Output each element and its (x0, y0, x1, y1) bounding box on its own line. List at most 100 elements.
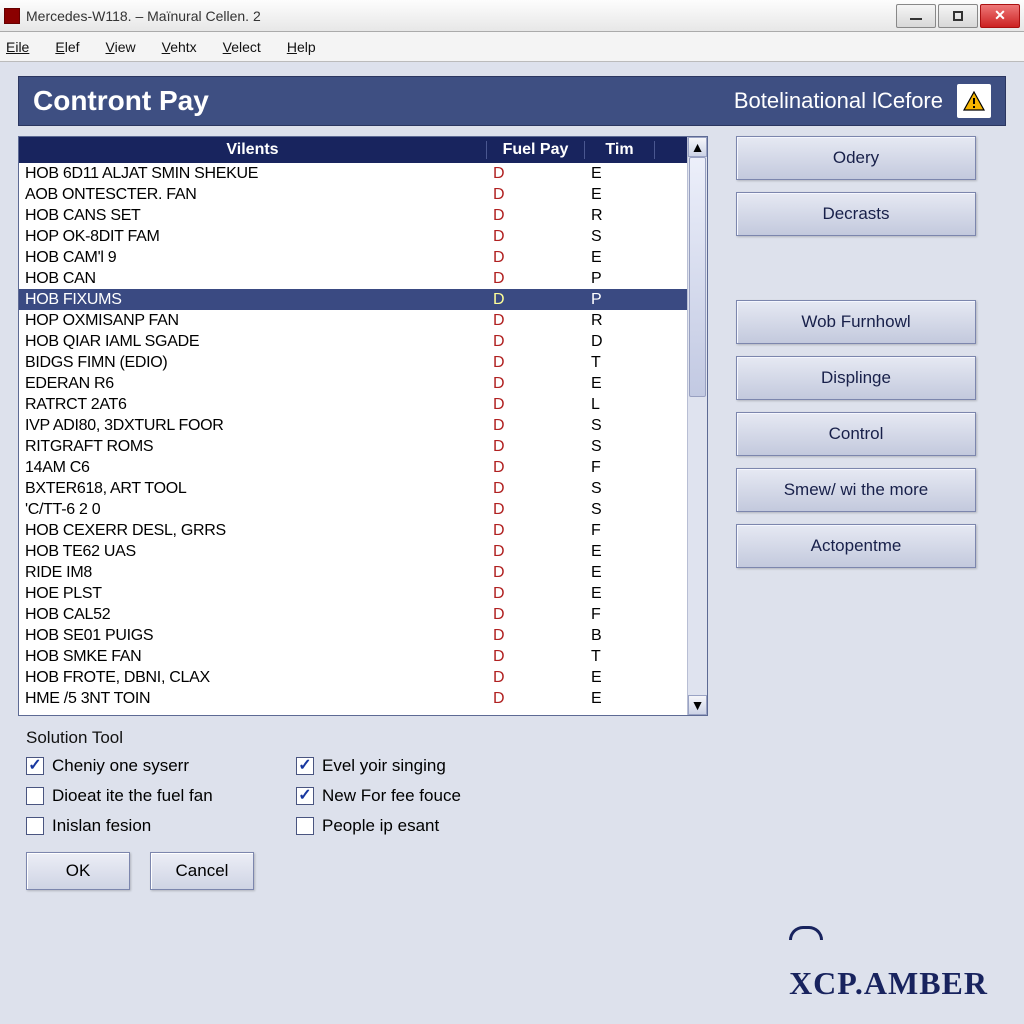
brand-logo: XCP.AMBER (789, 928, 988, 1002)
minimize-button[interactable] (896, 4, 936, 28)
menu-item-help[interactable]: Help (287, 39, 316, 55)
checkbox-icon[interactable] (296, 757, 314, 775)
cell-fuelpay: D (487, 564, 585, 582)
menu-item-elef[interactable]: Elef (55, 39, 79, 55)
table-row[interactable]: HOE PLSTDE (19, 583, 687, 604)
window-titlebar: Mercedes-W118. – Maïnural Cellen. 2 ✕ (0, 0, 1024, 32)
scroll-down-button[interactable]: ▼ (688, 695, 707, 715)
cell-vilents: BXTER618, ART TOOL (19, 480, 487, 498)
page-title: Contront Pay (33, 85, 209, 117)
cell-tim: E (585, 165, 655, 183)
cell-vilents: 'C/TT-6 2 0 (19, 501, 487, 519)
decrasts-button[interactable]: Decrasts (736, 192, 976, 236)
cell-vilents: HME /5 3NT TOIN (19, 690, 487, 708)
cell-fuelpay: D (487, 354, 585, 372)
table-row[interactable]: EDERAN R6DE (19, 373, 687, 394)
cell-vilents: HOB SE01 PUIGS (19, 627, 487, 645)
cell-fuelpay: D (487, 207, 585, 225)
checkbox-icon[interactable] (26, 787, 44, 805)
checkbox-evel[interactable]: Evel yoir singing (296, 756, 556, 776)
table-row[interactable]: BIDGS FIMN (EDIO)DT (19, 352, 687, 373)
menu-item-vehtx[interactable]: Vehtx (162, 39, 197, 55)
footer-title: Solution Tool (26, 728, 1006, 748)
column-header-fuelpay[interactable]: Fuel Pay (487, 141, 585, 159)
checkbox-icon[interactable] (26, 757, 44, 775)
checkbox-cheniy[interactable]: Cheniy one syserr (26, 756, 266, 776)
table-row[interactable]: HOB FROTE, DBNI, CLAXDE (19, 667, 687, 688)
table-row[interactable]: HOP OK-8DIT FAMDS (19, 226, 687, 247)
control-button[interactable]: Control (736, 412, 976, 456)
odery-button[interactable]: Odery (736, 136, 976, 180)
scroll-track[interactable] (688, 157, 707, 695)
maximize-button[interactable] (938, 4, 978, 28)
cell-vilents: HOB CANS SET (19, 207, 487, 225)
checkbox-people[interactable]: People ip esant (296, 816, 556, 836)
cell-tim: R (585, 312, 655, 330)
table-row[interactable]: RATRCT 2AT6DL (19, 394, 687, 415)
table-row[interactable]: HOB TE62 UASDE (19, 541, 687, 562)
table-row[interactable]: HOB CAL52DF (19, 604, 687, 625)
checkbox-newfor[interactable]: New For fee fouce (296, 786, 556, 806)
smew-more-button[interactable]: Smew/ wi the more (736, 468, 976, 512)
column-header-tim[interactable]: Tim (585, 141, 655, 159)
cell-tim: S (585, 480, 655, 498)
warning-triangle-icon (957, 84, 991, 118)
table-row[interactable]: 14AM C6DF (19, 457, 687, 478)
menu-item-velect[interactable]: Velect (223, 39, 261, 55)
scroll-thumb[interactable] (689, 157, 706, 397)
cell-vilents: HOB SMKE FAN (19, 648, 487, 666)
table-row[interactable]: AOB ONTESCTER. FANDE (19, 184, 687, 205)
cell-vilents: HOP OK-8DIT FAM (19, 228, 487, 246)
checkbox-icon[interactable] (296, 817, 314, 835)
cell-fuelpay: D (487, 249, 585, 267)
table-row[interactable]: HOB SMKE FANDT (19, 646, 687, 667)
table-row[interactable]: HOB FIXUMSDP (19, 289, 687, 310)
cell-vilents: HOB CAN (19, 270, 487, 288)
table-row[interactable]: RITGRAFT ROMSDS (19, 436, 687, 457)
ok-button[interactable]: OK (26, 852, 130, 890)
vertical-scrollbar[interactable]: ▲ ▼ (687, 137, 707, 715)
cell-vilents: BIDGS FIMN (EDIO) (19, 354, 487, 372)
cell-vilents: EDERAN R6 (19, 375, 487, 393)
displinge-button[interactable]: Displinge (736, 356, 976, 400)
checkbox-icon[interactable] (26, 817, 44, 835)
table-body[interactable]: HOB 6D11 ALJAT SMIN SHEKUEDEAOB ONTESCTE… (19, 163, 687, 715)
table-row[interactable]: RIDE IM8DE (19, 562, 687, 583)
cell-tim: E (585, 249, 655, 267)
cell-tim: P (585, 291, 655, 309)
cell-vilents: HOE PLST (19, 585, 487, 603)
checkbox-icon[interactable] (296, 787, 314, 805)
cell-vilents: AOB ONTESCTER. FAN (19, 186, 487, 204)
cancel-button[interactable]: Cancel (150, 852, 254, 890)
actopentme-button[interactable]: Actopentme (736, 524, 976, 568)
table-row[interactable]: HOB 6D11 ALJAT SMIN SHEKUEDE (19, 163, 687, 184)
table-row[interactable]: BXTER618, ART TOOLDS (19, 478, 687, 499)
cell-tim: E (585, 375, 655, 393)
checkbox-inislan[interactable]: Inislan fesion (26, 816, 266, 836)
table-row[interactable]: HME /5 3NT TOINDE (19, 688, 687, 709)
menu-item-view[interactable]: View (106, 39, 136, 55)
table-row[interactable]: HOB CANS SETDR (19, 205, 687, 226)
cell-tim: E (585, 585, 655, 603)
table-row[interactable]: 'C/TT-6 2 0DS (19, 499, 687, 520)
table-row[interactable]: HOB CEXERR DESL, GRRSDF (19, 520, 687, 541)
cell-vilents: HOB FIXUMS (19, 291, 487, 309)
menu-item-eile[interactable]: Eile (6, 39, 29, 55)
column-header-vilents[interactable]: Vilents (19, 141, 487, 159)
table-row[interactable]: HOB QIAR IAML SGADEDD (19, 331, 687, 352)
cell-tim: S (585, 228, 655, 246)
table-row[interactable]: IVP ADI80, 3DXTURL FOORDS (19, 415, 687, 436)
table-row[interactable]: HOP OXMISANP FANDR (19, 310, 687, 331)
table-row[interactable]: HOB CANDP (19, 268, 687, 289)
table-row[interactable]: HOB SE01 PUIGSDB (19, 625, 687, 646)
cell-vilents: IVP ADI80, 3DXTURL FOOR (19, 417, 487, 435)
side-panel: Odery Decrasts Wob Furnhowl Displinge Co… (736, 136, 976, 716)
scroll-up-button[interactable]: ▲ (688, 137, 707, 157)
cell-vilents: 14AM C6 (19, 459, 487, 477)
cell-fuelpay: D (487, 606, 585, 624)
cell-tim: E (585, 186, 655, 204)
checkbox-dioeat[interactable]: Dioeat ite the fuel fan (26, 786, 266, 806)
wob-furnhowl-button[interactable]: Wob Furnhowl (736, 300, 976, 344)
close-button[interactable]: ✕ (980, 4, 1020, 28)
table-row[interactable]: HOB CAM'l 9DE (19, 247, 687, 268)
